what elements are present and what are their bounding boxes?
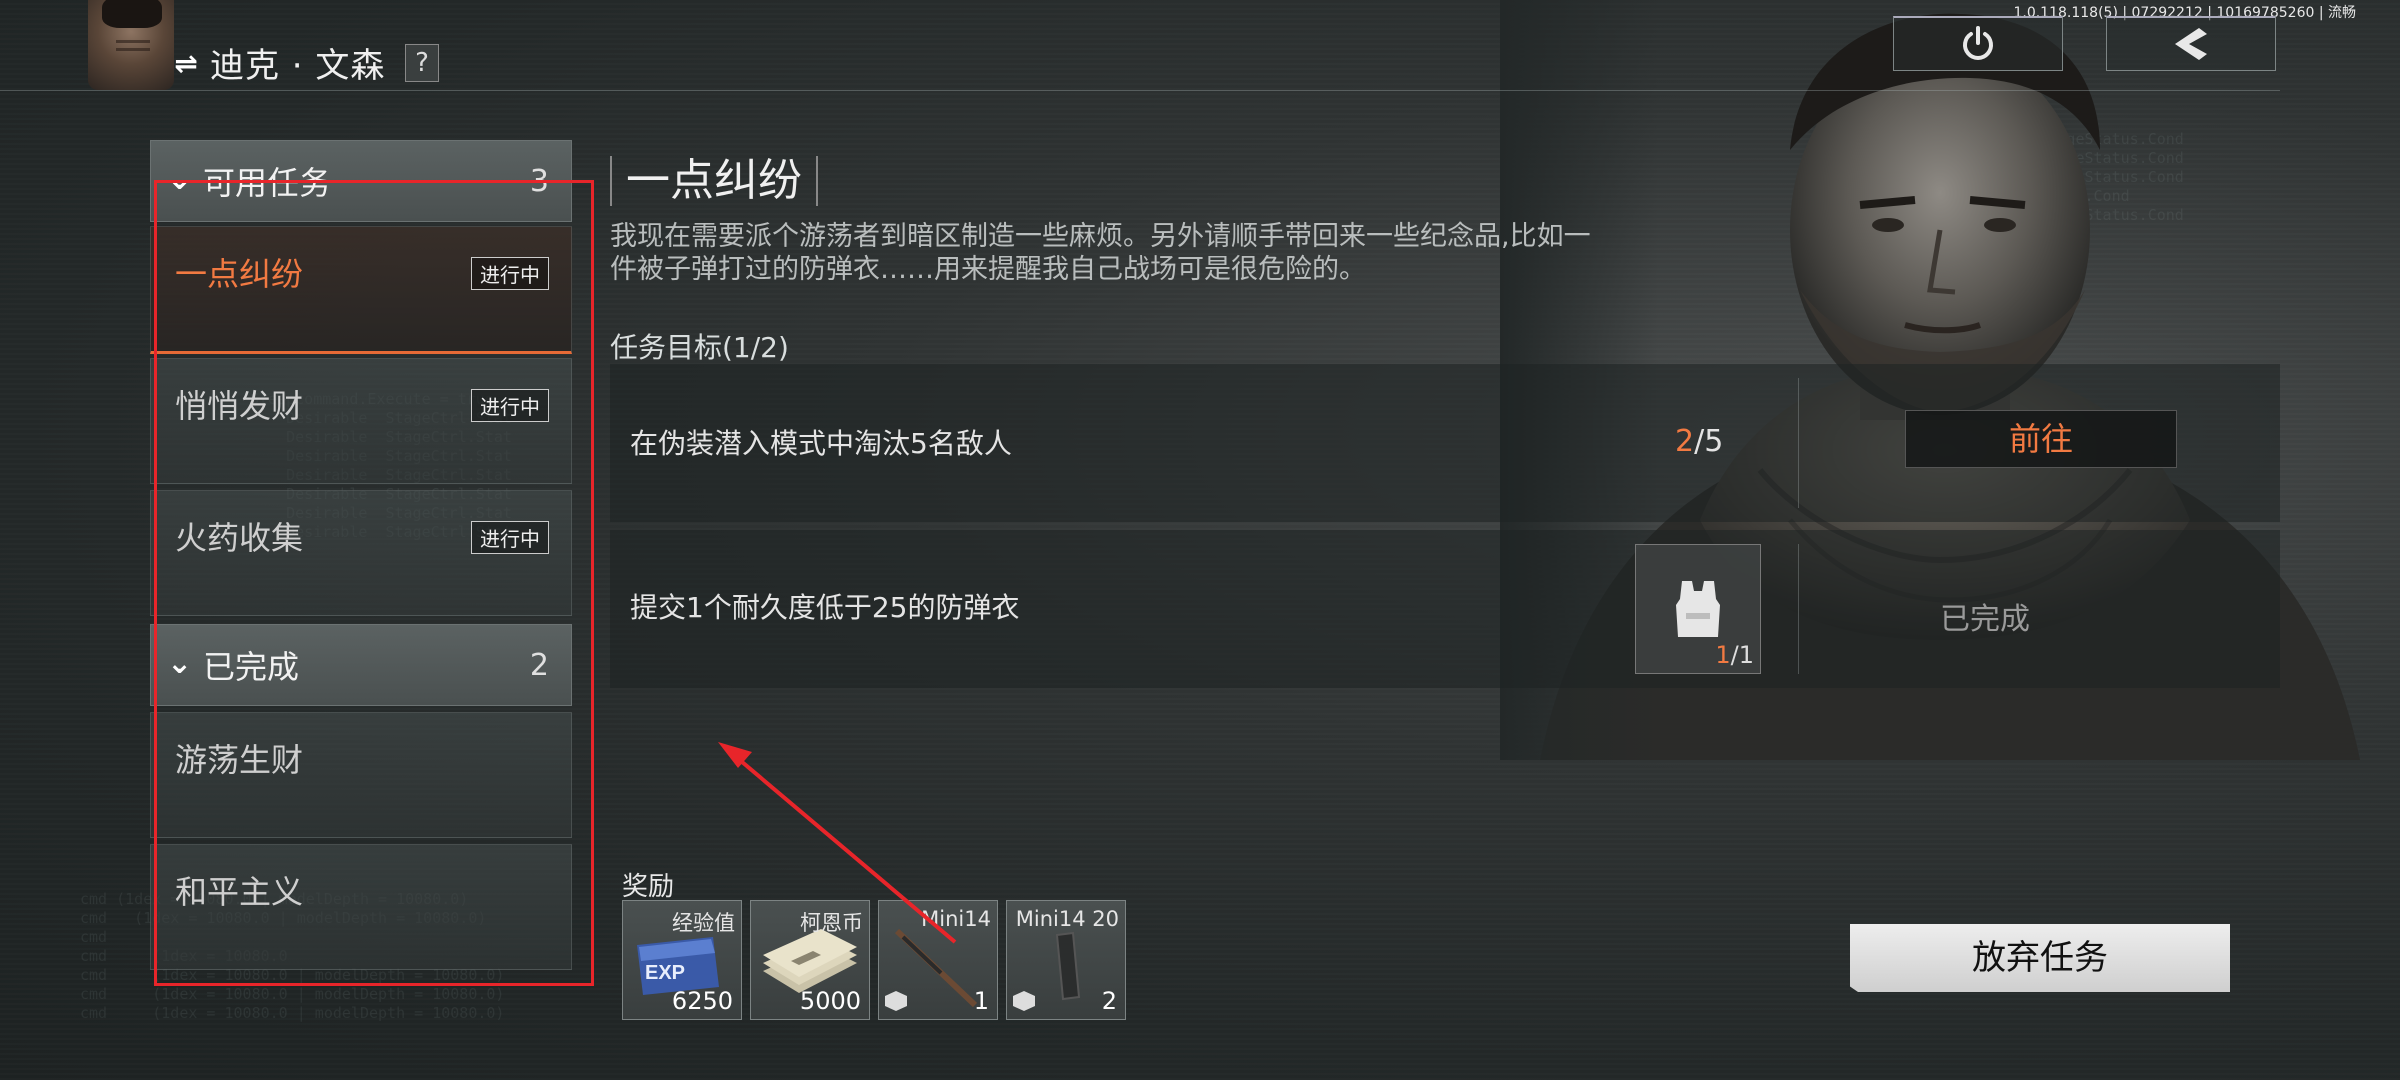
reward-name: 柯恩币 (800, 911, 863, 935)
reward-quantity: 1 (973, 987, 989, 1015)
mission-description: 我现在需要派个游荡者到暗区制造一些麻烦。另外请顺手带回来一些纪念品,比如一件被子… (610, 221, 1591, 285)
reward-coin[interactable]: 柯恩币 5000 (750, 900, 870, 1020)
reward-quantity: 6250 (671, 987, 733, 1015)
goto-button[interactable]: 前往 (1905, 410, 2177, 468)
header-divider (0, 90, 2280, 91)
reward-rifle[interactable]: Mini14 1 (878, 900, 998, 1020)
reward-quantity: 2 (1101, 987, 1117, 1015)
power-button[interactable] (1893, 16, 2063, 71)
annotation-highlight-box (154, 180, 594, 986)
objective-divider (1798, 378, 1799, 508)
abandon-mission-button[interactable]: 放弃任务 (1850, 924, 2230, 992)
required-item-slot[interactable]: 1/1 (1635, 544, 1761, 674)
svg-text:EXP: EXP (645, 962, 685, 984)
reward-name: Mini14 (921, 907, 991, 931)
item-quantity: 1/1 (1715, 641, 1754, 669)
reward-quantity: 5000 (799, 987, 861, 1015)
back-button[interactable] (2106, 16, 2276, 71)
mission-title: 一点纠纷 (610, 156, 818, 206)
avatar[interactable] (88, 0, 174, 90)
objective-text: 在伪装潜入模式中淘汰5名敌人 (630, 427, 1012, 460)
objective-divider (1798, 544, 1799, 674)
objective-row: 在伪装潜入模式中淘汰5名敌人 2/5 前往 (610, 364, 2280, 522)
character-name: 迪克 · 文森 (210, 46, 386, 86)
objective-row: 提交1个耐久度低于25的防弹衣 1/1 已完成 (610, 530, 2280, 688)
reward-name: Mini14 20 (1015, 907, 1119, 931)
reward-name: 经验值 (672, 911, 735, 935)
help-button[interactable]: ? (405, 44, 439, 82)
objective-progress: 2/5 (1675, 424, 1724, 459)
reward-exp[interactable]: EXP 经验值 6250 (622, 900, 742, 1020)
back-arrow-icon (2175, 28, 2207, 60)
reward-magazine[interactable]: Mini14 20 2 (1006, 900, 1126, 1020)
swap-character-icon[interactable]: ⇌ (170, 48, 202, 80)
rewards-heading: 奖励 (622, 872, 675, 902)
objective-text: 提交1个耐久度低于25的防弹衣 (630, 591, 1020, 624)
objectives-heading: 任务目标(1/2) (610, 331, 789, 364)
completed-label: 已完成 (1940, 602, 2030, 637)
power-icon (1963, 26, 1993, 60)
